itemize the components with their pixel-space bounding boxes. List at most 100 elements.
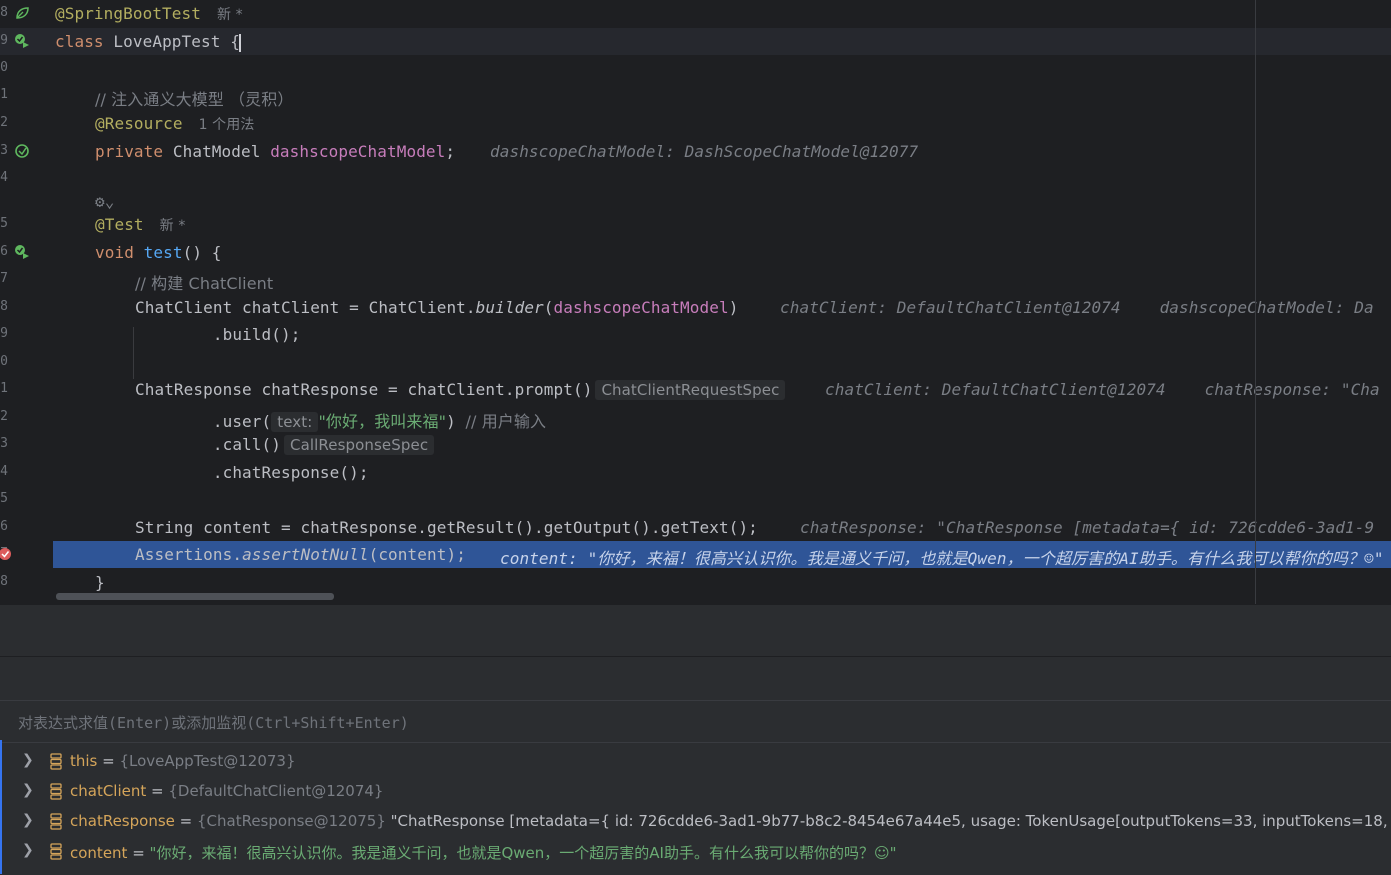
parameter-hint: text: [271, 412, 319, 432]
code-line[interactable]: 0 [0, 349, 1391, 376]
line-number[interactable]: 3 [0, 436, 8, 451]
code-line[interactable]: 9 class LoveAppTest { [0, 28, 1391, 55]
line-number[interactable]: 8 [0, 5, 8, 20]
line-number[interactable]: 6 [0, 244, 8, 259]
variable-row[interactable]: ❯ chatClient = {DefaultChatClient@12074} [0, 778, 1391, 808]
line-number[interactable]: 1 [0, 87, 8, 102]
code-text: .call() CallResponseSpec [135, 435, 435, 455]
variable-name: this [70, 752, 98, 770]
chevron-right-icon[interactable]: ❯ [22, 812, 34, 828]
code-text: String content = chatResponse.getResult(… [135, 518, 758, 537]
line-number[interactable]: 0 [0, 60, 8, 75]
variable-row[interactable]: ❯ content = "你好，来福！很高兴认识你。我是通义千问，也就是Qwen，… [0, 838, 1391, 868]
code-text: void test() { [95, 243, 222, 262]
variable-name: chatResponse [70, 812, 175, 830]
chevron-right-icon[interactable]: ❯ [22, 752, 34, 768]
variable-row[interactable]: ❯ this = {LoveAppTest@12073} [0, 748, 1391, 778]
code-editor[interactable]: 8 @SpringBootTest 新 * 9 class LoveAppTest { 0… [0, 0, 1391, 604]
line-number[interactable]: 9 [0, 326, 8, 341]
debug-inline-value: chatResponse: "ChatResponse [metadata={ … [800, 518, 1375, 537]
code-text: .build(); [135, 325, 301, 344]
variable-name: content [70, 844, 128, 862]
code-line[interactable]: 8 ChatClient chatClient = ChatClient.buil… [0, 294, 1391, 321]
field-icon [49, 843, 63, 860]
usage-hint[interactable]: 新 * [217, 7, 243, 23]
chevron-right-icon[interactable]: ❯ [22, 782, 34, 798]
usage-hint[interactable]: 1 个用法 [199, 117, 255, 133]
horizontal-scrollbar[interactable] [56, 593, 334, 600]
line-number[interactable]: 8 [0, 574, 8, 589]
line-number[interactable]: 2 [0, 409, 8, 424]
field-icon [49, 753, 63, 770]
run-test-icon[interactable] [14, 33, 30, 49]
variable-value: "你好，来福！很高兴认识你。我是通义千问，也就是Qwen，一个超厉害的AI助手。… [149, 844, 897, 862]
line-number[interactable]: 8 [0, 299, 8, 314]
code-line[interactable]: 7 // 构建 ChatClient [0, 266, 1391, 293]
type-hint: ChatClientRequestSpec [595, 380, 786, 400]
code-text: .chatResponse(); [135, 463, 369, 482]
right-margin-guide [1255, 0, 1256, 604]
field-icon [49, 813, 63, 830]
code-line[interactable]: 5 [0, 486, 1391, 513]
code-line[interactable]: 6 void test() { [0, 239, 1391, 266]
line-number[interactable]: 9 [0, 33, 8, 48]
chevron-right-icon[interactable]: ❯ [22, 842, 34, 858]
variable-type: {ChatResponse@12075} [196, 812, 391, 830]
variable-row[interactable]: ❯ chatResponse = {ChatResponse@12075} "Ch… [0, 808, 1391, 838]
code-text: @SpringBootTest 新 * [55, 4, 243, 23]
code-line[interactable]: 8 @SpringBootTest 新 * [0, 0, 1391, 27]
variable-type: {LoveAppTest@12073} [119, 752, 296, 770]
line-number[interactable]: 6 [0, 519, 8, 534]
variable-type: {DefaultChatClient@12074} [168, 782, 384, 800]
code-line[interactable]: 2 .user(text: "你好，我叫来福") // 用户输入 [0, 404, 1391, 432]
line-number[interactable]: 4 [0, 170, 8, 185]
code-line[interactable]: 3 private ChatModel dashscopeChatModel; da… [0, 138, 1391, 165]
code-line[interactable]: 4 .chatResponse(); [0, 459, 1391, 486]
equals-sign: = [127, 844, 150, 862]
debug-inline-value: chatClient: DefaultChatClient@12074 dash… [780, 298, 1374, 317]
code-text: ChatClient chatClient = ChatClient.build… [135, 298, 739, 317]
equals-sign: = [174, 812, 197, 830]
bean-link-icon[interactable] [14, 143, 30, 159]
variable-text: chatResponse = {ChatResponse@12075} "Cha… [70, 812, 1391, 830]
field-icon [49, 783, 63, 800]
code-line[interactable]: 1 ChatResponse chatResponse = chatClient.… [0, 376, 1391, 403]
evaluate-expression-field[interactable]: 对表达式求值(Enter)或添加监视(Ctrl+Shift+Enter) [0, 700, 1391, 743]
usage-hint[interactable]: 新 * [160, 218, 186, 234]
line-number[interactable]: 4 [0, 464, 8, 479]
line-number[interactable]: 1 [0, 381, 8, 396]
variable-name: chatClient [70, 782, 147, 800]
run-test-icon[interactable] [14, 244, 30, 260]
code-line[interactable]: 9 .build(); [0, 321, 1391, 348]
debug-variables-panel: 对表达式求值(Enter)或添加监视(Ctrl+Shift+Enter) ❯ th… [0, 656, 1391, 875]
spring-leaf-icon[interactable] [14, 5, 30, 21]
type-hint: CallResponseSpec [284, 435, 435, 455]
code-line[interactable]: 2 @Resource 1 个用法 [0, 110, 1391, 137]
indent-guide [133, 327, 134, 379]
execution-point-line[interactable]: 7Assertions.assertNotNull(content);conte… [0, 541, 1391, 568]
code-line[interactable]: 0 [0, 55, 1391, 82]
variable-text: chatClient = {DefaultChatClient@12074} [70, 782, 383, 800]
code-line[interactable]: 6 String content = chatResponse.getResult… [0, 514, 1391, 541]
variable-text: content = "你好，来福！很高兴认识你。我是通义千问，也就是Qwen，一… [70, 842, 896, 863]
line-number[interactable]: 5 [0, 491, 8, 506]
code-line[interactable]: 3 .call() CallResponseSpec [0, 431, 1391, 458]
code-line[interactable]: 8} [0, 569, 1391, 596]
code-line[interactable]: 1 // 注入通义大模型 （灵积） [0, 82, 1391, 109]
debug-inline-value: chatClient: DefaultChatClient@12074 chat… [825, 380, 1380, 399]
panel-focus-indicator [0, 740, 2, 874]
code-line[interactable]: 5 @Test 新 * [0, 211, 1391, 238]
debug-toolbar-area [0, 604, 1391, 657]
equals-sign: = [146, 782, 169, 800]
breakpoint-icon[interactable] [0, 546, 16, 562]
code-text: .user(text: "你好，我叫来福") // 用户输入 [135, 412, 547, 432]
code-text: @Resource 1 个用法 [95, 114, 255, 133]
line-number[interactable]: 7 [0, 271, 8, 286]
equals-sign: = [97, 752, 120, 770]
line-number[interactable]: 0 [0, 354, 8, 369]
line-number[interactable]: 3 [0, 143, 8, 158]
code-text: ChatResponse chatResponse = chatClient.p… [135, 380, 786, 400]
variable-text: this = {LoveAppTest@12073} [70, 752, 296, 770]
line-number[interactable]: 2 [0, 115, 8, 130]
line-number[interactable]: 5 [0, 216, 8, 231]
